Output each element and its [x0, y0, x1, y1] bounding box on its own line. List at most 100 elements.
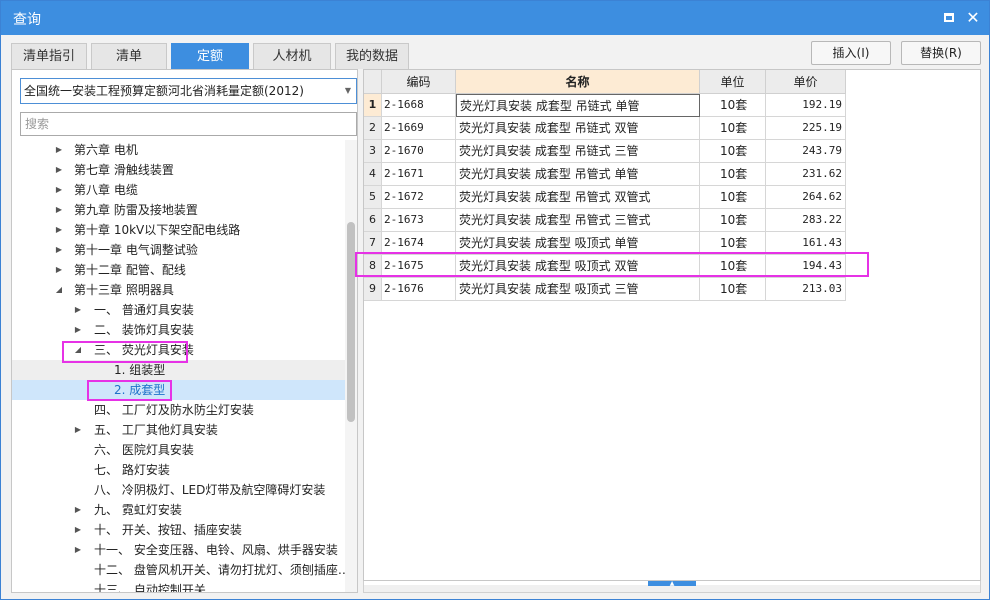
- tree-item[interactable]: ▶ 第十章 10kV以下架空配电线路: [12, 220, 345, 240]
- collapsed-arrow-icon[interactable]: ▶: [73, 300, 83, 320]
- grid-cell-price[interactable]: 231.62: [766, 163, 846, 186]
- collapsed-arrow-icon[interactable]: ▶: [54, 180, 64, 200]
- tab-bill-guide[interactable]: 清单指引: [11, 43, 87, 69]
- collapsed-arrow-icon[interactable]: ▶: [73, 500, 83, 520]
- grid-cell-code[interactable]: 2-1669: [382, 117, 456, 140]
- grid-cell-code[interactable]: 2-1668: [382, 94, 456, 117]
- tree-item[interactable]: 十二、 盘管风机开关、请勿打扰灯、须刨插座…: [12, 560, 345, 580]
- tree-item[interactable]: ▶ 九、 霓虹灯安装: [12, 500, 345, 520]
- column-header-price[interactable]: 单价: [766, 70, 846, 94]
- collapsed-arrow-icon[interactable]: ▶: [73, 320, 83, 340]
- grid-cell-name[interactable]: 荧光灯具安装 成套型 吸顶式 三管: [456, 278, 700, 301]
- row-number[interactable]: 6: [364, 209, 382, 232]
- tree-item[interactable]: 十三、 自动控制开关: [12, 580, 345, 592]
- replace-button[interactable]: 替换(R): [901, 41, 981, 65]
- grid-cell-unit[interactable]: 10套: [700, 117, 766, 140]
- tree-item[interactable]: 八、 冷阴极灯、LED灯带及航空障碍灯安装: [12, 480, 345, 500]
- tree-item[interactable]: ▶ 第七章 滑触线装置: [12, 160, 345, 180]
- row-number[interactable]: 1: [364, 94, 382, 117]
- grid-cell-price[interactable]: 283.22: [766, 209, 846, 232]
- grid-cell-name[interactable]: 荧光灯具安装 成套型 吊管式 单管: [456, 163, 700, 186]
- grid-cell-unit[interactable]: 10套: [700, 232, 766, 255]
- tab-my-data[interactable]: 我的数据: [335, 43, 409, 69]
- collapsed-arrow-icon[interactable]: ▶: [54, 220, 64, 240]
- search-input[interactable]: [20, 112, 357, 136]
- title-bar[interactable]: 查询 ✕: [1, 1, 989, 35]
- tab-bill[interactable]: 清单: [91, 43, 167, 69]
- grid-cell-name[interactable]: 荧光灯具安装 成套型 吸顶式 双管: [456, 255, 700, 278]
- row-number[interactable]: 8: [364, 255, 382, 278]
- grid-cell-unit[interactable]: 10套: [700, 163, 766, 186]
- grid-cell-price[interactable]: 213.03: [766, 278, 846, 301]
- tree-item[interactable]: 六、 医院灯具安装: [12, 440, 345, 460]
- maximize-icon[interactable]: [939, 8, 959, 28]
- tree-item[interactable]: 四、 工厂灯及防水防尘灯安装: [12, 400, 345, 420]
- tree-item[interactable]: ▶ 十、 开关、按钮、插座安装: [12, 520, 345, 540]
- grid-cell-name[interactable]: 荧光灯具安装 成套型 吊管式 三管式: [456, 209, 700, 232]
- tree-item[interactable]: ▶ 第八章 电缆: [12, 180, 345, 200]
- grid-cell-unit[interactable]: 10套: [700, 94, 766, 117]
- collapsed-arrow-icon[interactable]: ▶: [73, 420, 83, 440]
- grid-cell-name[interactable]: 荧光灯具安装 成套型 吊管式 双管式: [456, 186, 700, 209]
- row-number[interactable]: 5: [364, 186, 382, 209]
- grid-cell-price[interactable]: 192.19: [766, 94, 846, 117]
- grid-cell-name[interactable]: 荧光灯具安装 成套型 吊链式 单管: [456, 94, 700, 117]
- grid-cell-code[interactable]: 2-1676: [382, 278, 456, 301]
- scrollbar-grip-icon[interactable]: ▲: [648, 581, 696, 587]
- tree-item[interactable]: ◢ 第十三章 照明器具: [12, 280, 345, 300]
- collapsed-arrow-icon[interactable]: ▶: [73, 520, 83, 540]
- grid-cell-name[interactable]: 荧光灯具安装 成套型 吸顶式 单管: [456, 232, 700, 255]
- expanded-arrow-icon[interactable]: ◢: [73, 340, 83, 360]
- tree-item[interactable]: ▶ 一、 普通灯具安装: [12, 300, 345, 320]
- tree-item[interactable]: ▶ 第十二章 配管、配线: [12, 260, 345, 280]
- insert-button[interactable]: 插入(I): [811, 41, 891, 65]
- close-icon[interactable]: ✕: [963, 8, 983, 28]
- grid-cell-code[interactable]: 2-1675: [382, 255, 456, 278]
- column-header-code[interactable]: 编码: [382, 70, 456, 94]
- tree-item[interactable]: 1. 组装型: [12, 360, 345, 380]
- row-number[interactable]: 2: [364, 117, 382, 140]
- grid-cell-unit[interactable]: 10套: [700, 186, 766, 209]
- column-header-name[interactable]: 名称: [456, 70, 700, 94]
- tree-item[interactable]: ▶ 第九章 防雷及接地装置: [12, 200, 345, 220]
- grid-cell-price[interactable]: 194.43: [766, 255, 846, 278]
- row-number[interactable]: 3: [364, 140, 382, 163]
- collapsed-arrow-icon[interactable]: ▶: [54, 260, 64, 280]
- grid-cell-code[interactable]: 2-1671: [382, 163, 456, 186]
- grid-cell-price[interactable]: 264.62: [766, 186, 846, 209]
- collapsed-arrow-icon[interactable]: ▶: [73, 540, 83, 560]
- tree-scrollbar-thumb[interactable]: [347, 222, 355, 422]
- tree-item[interactable]: 2. 成套型: [12, 380, 345, 400]
- row-number[interactable]: 9: [364, 278, 382, 301]
- grid-cell-name[interactable]: 荧光灯具安装 成套型 吊链式 双管: [456, 117, 700, 140]
- tree-item[interactable]: ◢ 三、 荧光灯具安装: [12, 340, 345, 360]
- grid-cell-unit[interactable]: 10套: [700, 140, 766, 163]
- collapsed-arrow-icon[interactable]: ▶: [54, 140, 64, 160]
- quota-book-select[interactable]: 全国统一安装工程预算定额河北省消耗量定额(2012) ▼: [20, 78, 357, 104]
- grid-horizontal-scrollbar[interactable]: ▲: [363, 581, 981, 593]
- column-header-unit[interactable]: 单位: [700, 70, 766, 94]
- tree-scrollbar[interactable]: [345, 140, 357, 592]
- tree-item[interactable]: 七、 路灯安装: [12, 460, 345, 480]
- tab-labor-material-machine[interactable]: 人材机: [253, 43, 331, 69]
- collapsed-arrow-icon[interactable]: ▶: [54, 240, 64, 260]
- row-number[interactable]: 4: [364, 163, 382, 186]
- grid-cell-price[interactable]: 161.43: [766, 232, 846, 255]
- tree-item[interactable]: ▶ 五、 工厂其他灯具安装: [12, 420, 345, 440]
- collapsed-arrow-icon[interactable]: ▶: [54, 200, 64, 220]
- grid-cell-name[interactable]: 荧光灯具安装 成套型 吊链式 三管: [456, 140, 700, 163]
- grid-cell-unit[interactable]: 10套: [700, 255, 766, 278]
- tree-item[interactable]: ▶ 二、 装饰灯具安装: [12, 320, 345, 340]
- grid-cell-code[interactable]: 2-1672: [382, 186, 456, 209]
- tree-item[interactable]: ▶ 十一、 安全变压器、电铃、风扇、烘手器安装: [12, 540, 345, 560]
- collapsed-arrow-icon[interactable]: ▶: [54, 160, 64, 180]
- grid-cell-price[interactable]: 243.79: [766, 140, 846, 163]
- tree-item[interactable]: ▶ 第六章 电机: [12, 140, 345, 160]
- tree-item[interactable]: ▶ 第十一章 电气调整试验: [12, 240, 345, 260]
- grid-cell-price[interactable]: 225.19: [766, 117, 846, 140]
- grid-cell-code[interactable]: 2-1670: [382, 140, 456, 163]
- grid-cell-code[interactable]: 2-1674: [382, 232, 456, 255]
- grid-cell-code[interactable]: 2-1673: [382, 209, 456, 232]
- tab-quota[interactable]: 定额: [171, 43, 249, 69]
- grid-cell-unit[interactable]: 10套: [700, 209, 766, 232]
